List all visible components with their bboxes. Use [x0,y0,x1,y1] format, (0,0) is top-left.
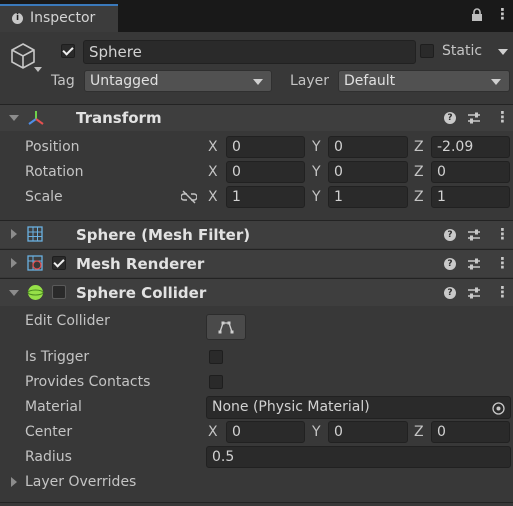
scale-label: Scale [25,189,63,205]
constrain-proportions-icon[interactable] [180,190,198,204]
center-z-field[interactable]: 0 [431,421,510,443]
sphere-collider-title: Sphere Collider [76,284,207,302]
tag-value: Untagged [90,73,159,89]
radius-field[interactable]: 0.5 [206,446,511,468]
scale-x-field[interactable]: 1 [226,186,305,208]
rotation-x-field[interactable]: 0 [226,161,305,183]
layer-overrides-label[interactable]: Layer Overrides [25,474,136,490]
edit-collider-icon [218,321,234,334]
active-checkbox[interactable] [61,44,75,58]
help-icon[interactable]: ? [444,229,456,241]
rotation-x-axis: X [208,164,218,180]
tag-label: Tag [51,73,75,89]
static-checkbox[interactable] [420,44,434,58]
component-menu-icon[interactable]: ⋮ [495,254,510,272]
position-z-field[interactable]: -2.09 [431,136,510,158]
mesh-renderer-header[interactable]: Mesh Renderer ? ⋮ [0,250,513,277]
position-label: Position [25,139,80,155]
center-y-axis: Y [312,424,321,440]
position-x-field[interactable]: 0 [226,136,305,158]
mesh-filter-header[interactable]: Sphere (Mesh Filter) ? ⋮ [0,221,513,248]
is-trigger-checkbox[interactable] [209,350,223,364]
object-name-field[interactable]: Sphere [83,40,416,64]
position-x-axis: X [208,139,218,155]
presets-icon[interactable] [467,286,481,300]
fold-arrow-right-icon[interactable] [11,229,17,239]
material-label: Material [25,399,82,415]
position-y-field[interactable]: 0 [328,136,408,158]
separator [0,502,513,503]
component-menu-icon[interactable]: ⋮ [495,225,510,243]
lock-icon[interactable] [471,8,483,22]
help-icon[interactable]: ? [444,112,456,124]
edit-collider-label: Edit Collider [25,313,110,329]
rotation-y-axis: Y [312,164,321,180]
transform-header[interactable]: Transform ? ⋮ [0,105,513,131]
transform-icon [27,109,45,127]
edit-collider-button[interactable] [206,314,246,340]
center-x-axis: X [208,424,218,440]
tab-inspector[interactable]: i Inspector [0,4,118,32]
sphere-collider-enabled-checkbox[interactable] [52,285,66,299]
mesh-filter-title: Sphere (Mesh Filter) [76,226,251,244]
presets-icon[interactable] [467,111,481,125]
material-field[interactable]: None (Physic Material) [206,396,511,419]
layer-overrides-fold-icon[interactable] [11,477,17,487]
gameobject-icon [9,42,37,70]
scale-z-axis: Z [414,189,424,205]
position-z-axis: Z [414,139,424,155]
radius-label: Radius [25,449,72,465]
scale-z-field[interactable]: 1 [431,186,510,208]
provides-contacts-label: Provides Contacts [25,374,151,390]
center-label: Center [25,424,73,440]
info-icon: i [12,13,23,24]
rotation-label: Rotation [25,164,84,180]
layer-value: Default [344,73,396,89]
object-picker-icon[interactable] [492,401,505,415]
tab-inspector-label: Inspector [30,10,96,26]
rotation-y-field[interactable]: 0 [328,161,408,183]
rotation-z-axis: Z [414,164,424,180]
tab-menu-icon[interactable]: ⋮ [495,5,510,23]
transform-title: Transform [76,109,162,127]
mesh-renderer-enabled-checkbox[interactable] [52,256,66,270]
layer-label: Layer [290,73,330,89]
component-menu-icon[interactable]: ⋮ [495,283,510,301]
fold-arrow-right-icon[interactable] [11,258,17,268]
scale-y-axis: Y [312,189,321,205]
sphere-collider-icon [27,284,44,301]
presets-icon[interactable] [467,257,481,271]
layer-dropdown[interactable]: Default [338,70,510,92]
scale-y-field[interactable]: 1 [328,186,408,208]
gameobject-icon-dropdown[interactable] [34,67,42,72]
center-z-axis: Z [414,424,424,440]
mesh-renderer-title: Mesh Renderer [76,255,205,273]
fold-arrow-down-icon[interactable] [9,115,19,121]
center-y-field[interactable]: 0 [328,421,408,443]
sphere-collider-header[interactable]: Sphere Collider ? ⋮ [0,279,513,306]
center-x-field[interactable]: 0 [226,421,305,443]
tag-dropdown[interactable]: Untagged [84,70,272,92]
mesh-renderer-icon [27,255,43,271]
provides-contacts-checkbox[interactable] [209,375,223,389]
static-dropdown-arrow[interactable] [498,49,508,55]
scale-x-axis: X [208,189,218,205]
component-menu-icon[interactable]: ⋮ [495,108,510,126]
help-icon[interactable]: ? [444,258,456,270]
help-icon[interactable]: ? [444,287,456,299]
static-label: Static [442,43,483,59]
fold-arrow-down-icon[interactable] [9,290,19,296]
position-y-axis: Y [312,139,321,155]
mesh-filter-icon [27,226,43,242]
is-trigger-label: Is Trigger [25,349,90,365]
presets-icon[interactable] [467,228,481,242]
rotation-z-field[interactable]: 0 [431,161,510,183]
material-value: None (Physic Material) [212,399,370,415]
